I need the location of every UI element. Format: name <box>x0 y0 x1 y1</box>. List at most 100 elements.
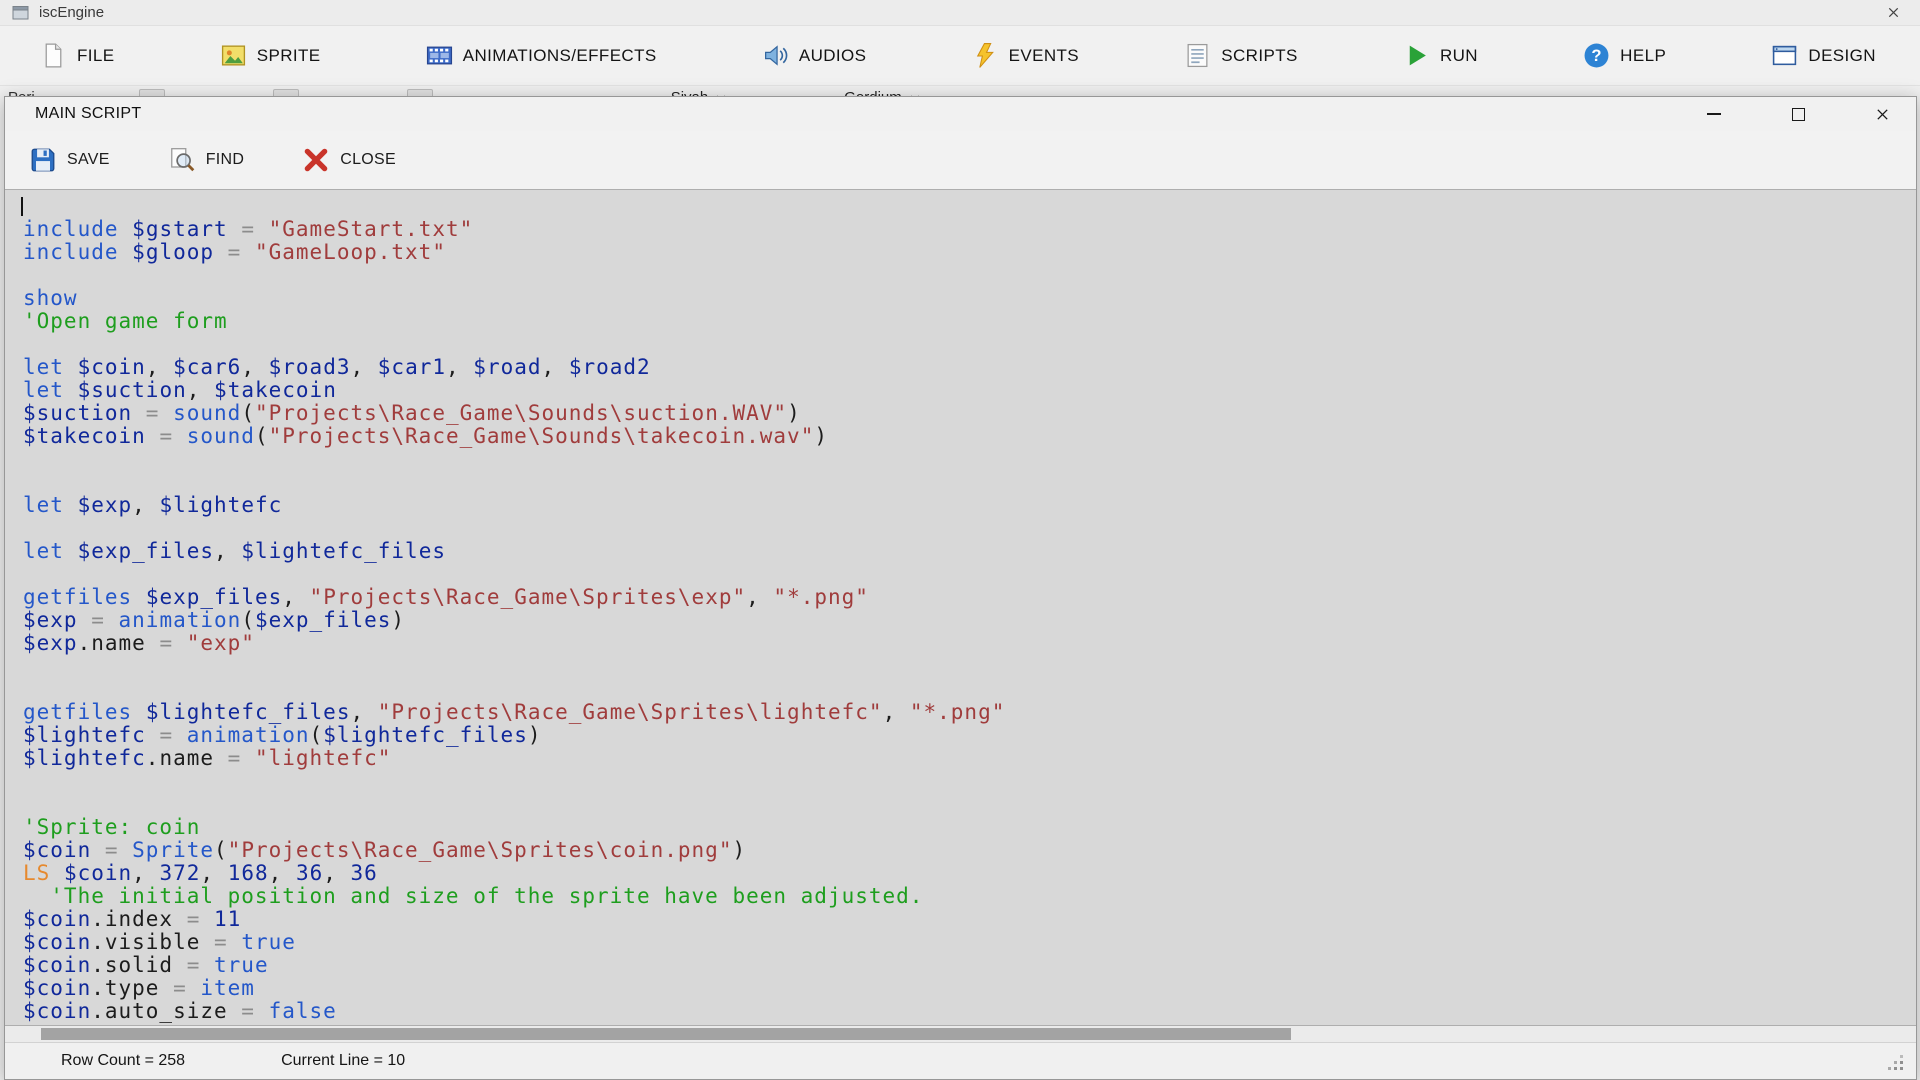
toolbar-button-label: FIND <box>206 151 245 169</box>
code-token: $exp_files <box>146 585 282 609</box>
maximize-button[interactable] <box>1772 97 1824 131</box>
code-token: $lightefc <box>23 746 146 770</box>
code-token: $road2 <box>569 355 651 379</box>
menu-item-events[interactable]: EVENTS <box>972 42 1079 69</box>
close-button[interactable]: CLOSE <box>302 146 396 174</box>
code-token: .index <box>91 907 173 931</box>
code-line: include $gloop = "GameLoop.txt" <box>23 241 1916 264</box>
code-line: LS $coin, 372, 168, 36, 36 <box>23 862 1916 885</box>
code-token: 36 <box>296 861 323 885</box>
code-token: $lightefc <box>159 493 282 517</box>
code-line: let $exp_files, $lightefc_files <box>23 540 1916 563</box>
code-token: = <box>78 608 119 632</box>
code-line: $lightefc = animation($lightefc_files) <box>23 724 1916 747</box>
code-token: include <box>23 217 119 241</box>
code-token: $coin <box>23 999 91 1023</box>
code-token: $lightefc <box>23 723 146 747</box>
code-line: $exp = animation($exp_files) <box>23 609 1916 632</box>
menu-item-design[interactable]: DESIGN <box>1771 42 1876 69</box>
menu-item-scripts[interactable]: SCRIPTS <box>1184 42 1297 69</box>
code-token: "GameLoop.txt" <box>255 240 446 264</box>
design-icon <box>1771 42 1798 69</box>
code-token <box>64 355 78 379</box>
code-token: $coin <box>23 907 91 931</box>
lightning-icon <box>972 42 999 69</box>
code-line: let $coin, $car6, $road3, $car1, $road, … <box>23 356 1916 379</box>
code-token <box>132 700 146 724</box>
bg-toolbar-mini-button[interactable] <box>407 89 433 96</box>
app-close-button[interactable] <box>1874 1 1912 25</box>
code-line <box>23 333 1916 356</box>
code-token: "Projects\Race_Game\Sounds\suction.WAV" <box>255 401 787 425</box>
screen: { "app": { "title": "iscEngine" }, "menu… <box>0 0 1920 1080</box>
code-token: $gloop <box>132 240 214 264</box>
code-token: 'Sprite: coin <box>23 815 200 839</box>
code-line: $coin.solid = true <box>23 954 1916 977</box>
menu-item-audios[interactable]: AUDIOS <box>762 42 867 69</box>
code-token: show <box>23 286 78 310</box>
code-token <box>64 378 78 402</box>
code-token: $coin <box>78 355 146 379</box>
script-window-title: MAIN SCRIPT <box>35 105 141 123</box>
code-token: , <box>132 861 159 885</box>
code-token: $lightefc_files <box>146 700 351 724</box>
current-line: Current Line = 10 <box>281 1052 405 1070</box>
code-token: , <box>350 700 377 724</box>
menu-item-animations[interactable]: ANIMATIONS/EFFECTS <box>426 42 657 69</box>
code-token: , <box>746 585 773 609</box>
code-token: ) <box>391 608 405 632</box>
code-token: $exp <box>78 493 133 517</box>
code-token: .name <box>146 746 214 770</box>
menu-item-help[interactable]: ?HELP <box>1583 42 1666 69</box>
select-value: Gordium <box>844 89 902 96</box>
scrollbar-thumb[interactable] <box>41 1028 1291 1040</box>
font-color-select[interactable]: Siyah <box>671 89 727 96</box>
code-token: $coin <box>23 953 91 977</box>
app-icon <box>12 5 30 21</box>
toolbar-button-label: SAVE <box>67 151 110 169</box>
more-button[interactable]: ... <box>1098 89 1117 96</box>
code-token: $suction <box>23 401 132 425</box>
code-token: $exp_files <box>78 539 214 563</box>
find-button[interactable]: FIND <box>168 146 245 174</box>
code-line: getfiles $lightefc_files, "Projects\Race… <box>23 701 1916 724</box>
code-token: , <box>200 861 227 885</box>
code-line: $coin = Sprite("Projects\Race_Game\Sprit… <box>23 839 1916 862</box>
resize-grip[interactable] <box>1888 1055 1904 1071</box>
code-token: , <box>282 585 309 609</box>
code-token: .name <box>78 631 146 655</box>
code-token <box>64 493 78 517</box>
maximize-icon <box>1792 108 1805 121</box>
code-token: ) <box>732 838 746 862</box>
bg-toolbar-mini-button[interactable] <box>273 89 299 96</box>
horizontal-scrollbar[interactable] <box>5 1026 1916 1043</box>
code-token: sound <box>187 424 255 448</box>
code-token: "*.png" <box>910 700 1006 724</box>
code-token: = <box>214 240 255 264</box>
code-token: "Projects\Race_Game\Sprites\exp" <box>310 585 747 609</box>
script-window-titlebar[interactable]: MAIN SCRIPT <box>5 97 1916 131</box>
background-toolbar: PeriSiyahGordium... <box>0 86 1920 96</box>
code-token: , <box>323 861 350 885</box>
code-token: "Projects\Race_Game\Sprites\lightefc" <box>378 700 883 724</box>
menu-item-file[interactable]: FILE <box>40 42 115 69</box>
code-line <box>23 655 1916 678</box>
bg-toolbar-mini-button[interactable] <box>139 89 165 96</box>
code-token: ( <box>241 608 255 632</box>
code-token: = <box>173 907 214 931</box>
code-token: = <box>146 723 187 747</box>
code-token: "lightefc" <box>255 746 391 770</box>
minimize-icon <box>1707 113 1721 115</box>
code-token: ( <box>214 838 228 862</box>
close-button[interactable] <box>1856 97 1908 131</box>
font-name-select[interactable]: Gordium <box>844 89 920 96</box>
menu-item-run[interactable]: RUN <box>1403 42 1478 69</box>
code-editor[interactable]: include $gstart = "GameStart.txt"include… <box>5 189 1916 1026</box>
menu-item-label: HELP <box>1620 46 1666 66</box>
save-button[interactable]: SAVE <box>29 146 110 174</box>
menu-item-sprite[interactable]: SPRITE <box>220 42 321 69</box>
code-token: .auto_size <box>91 999 227 1023</box>
code-token: $takecoin <box>23 424 146 448</box>
code-token: $road3 <box>269 355 351 379</box>
minimize-button[interactable] <box>1688 97 1740 131</box>
